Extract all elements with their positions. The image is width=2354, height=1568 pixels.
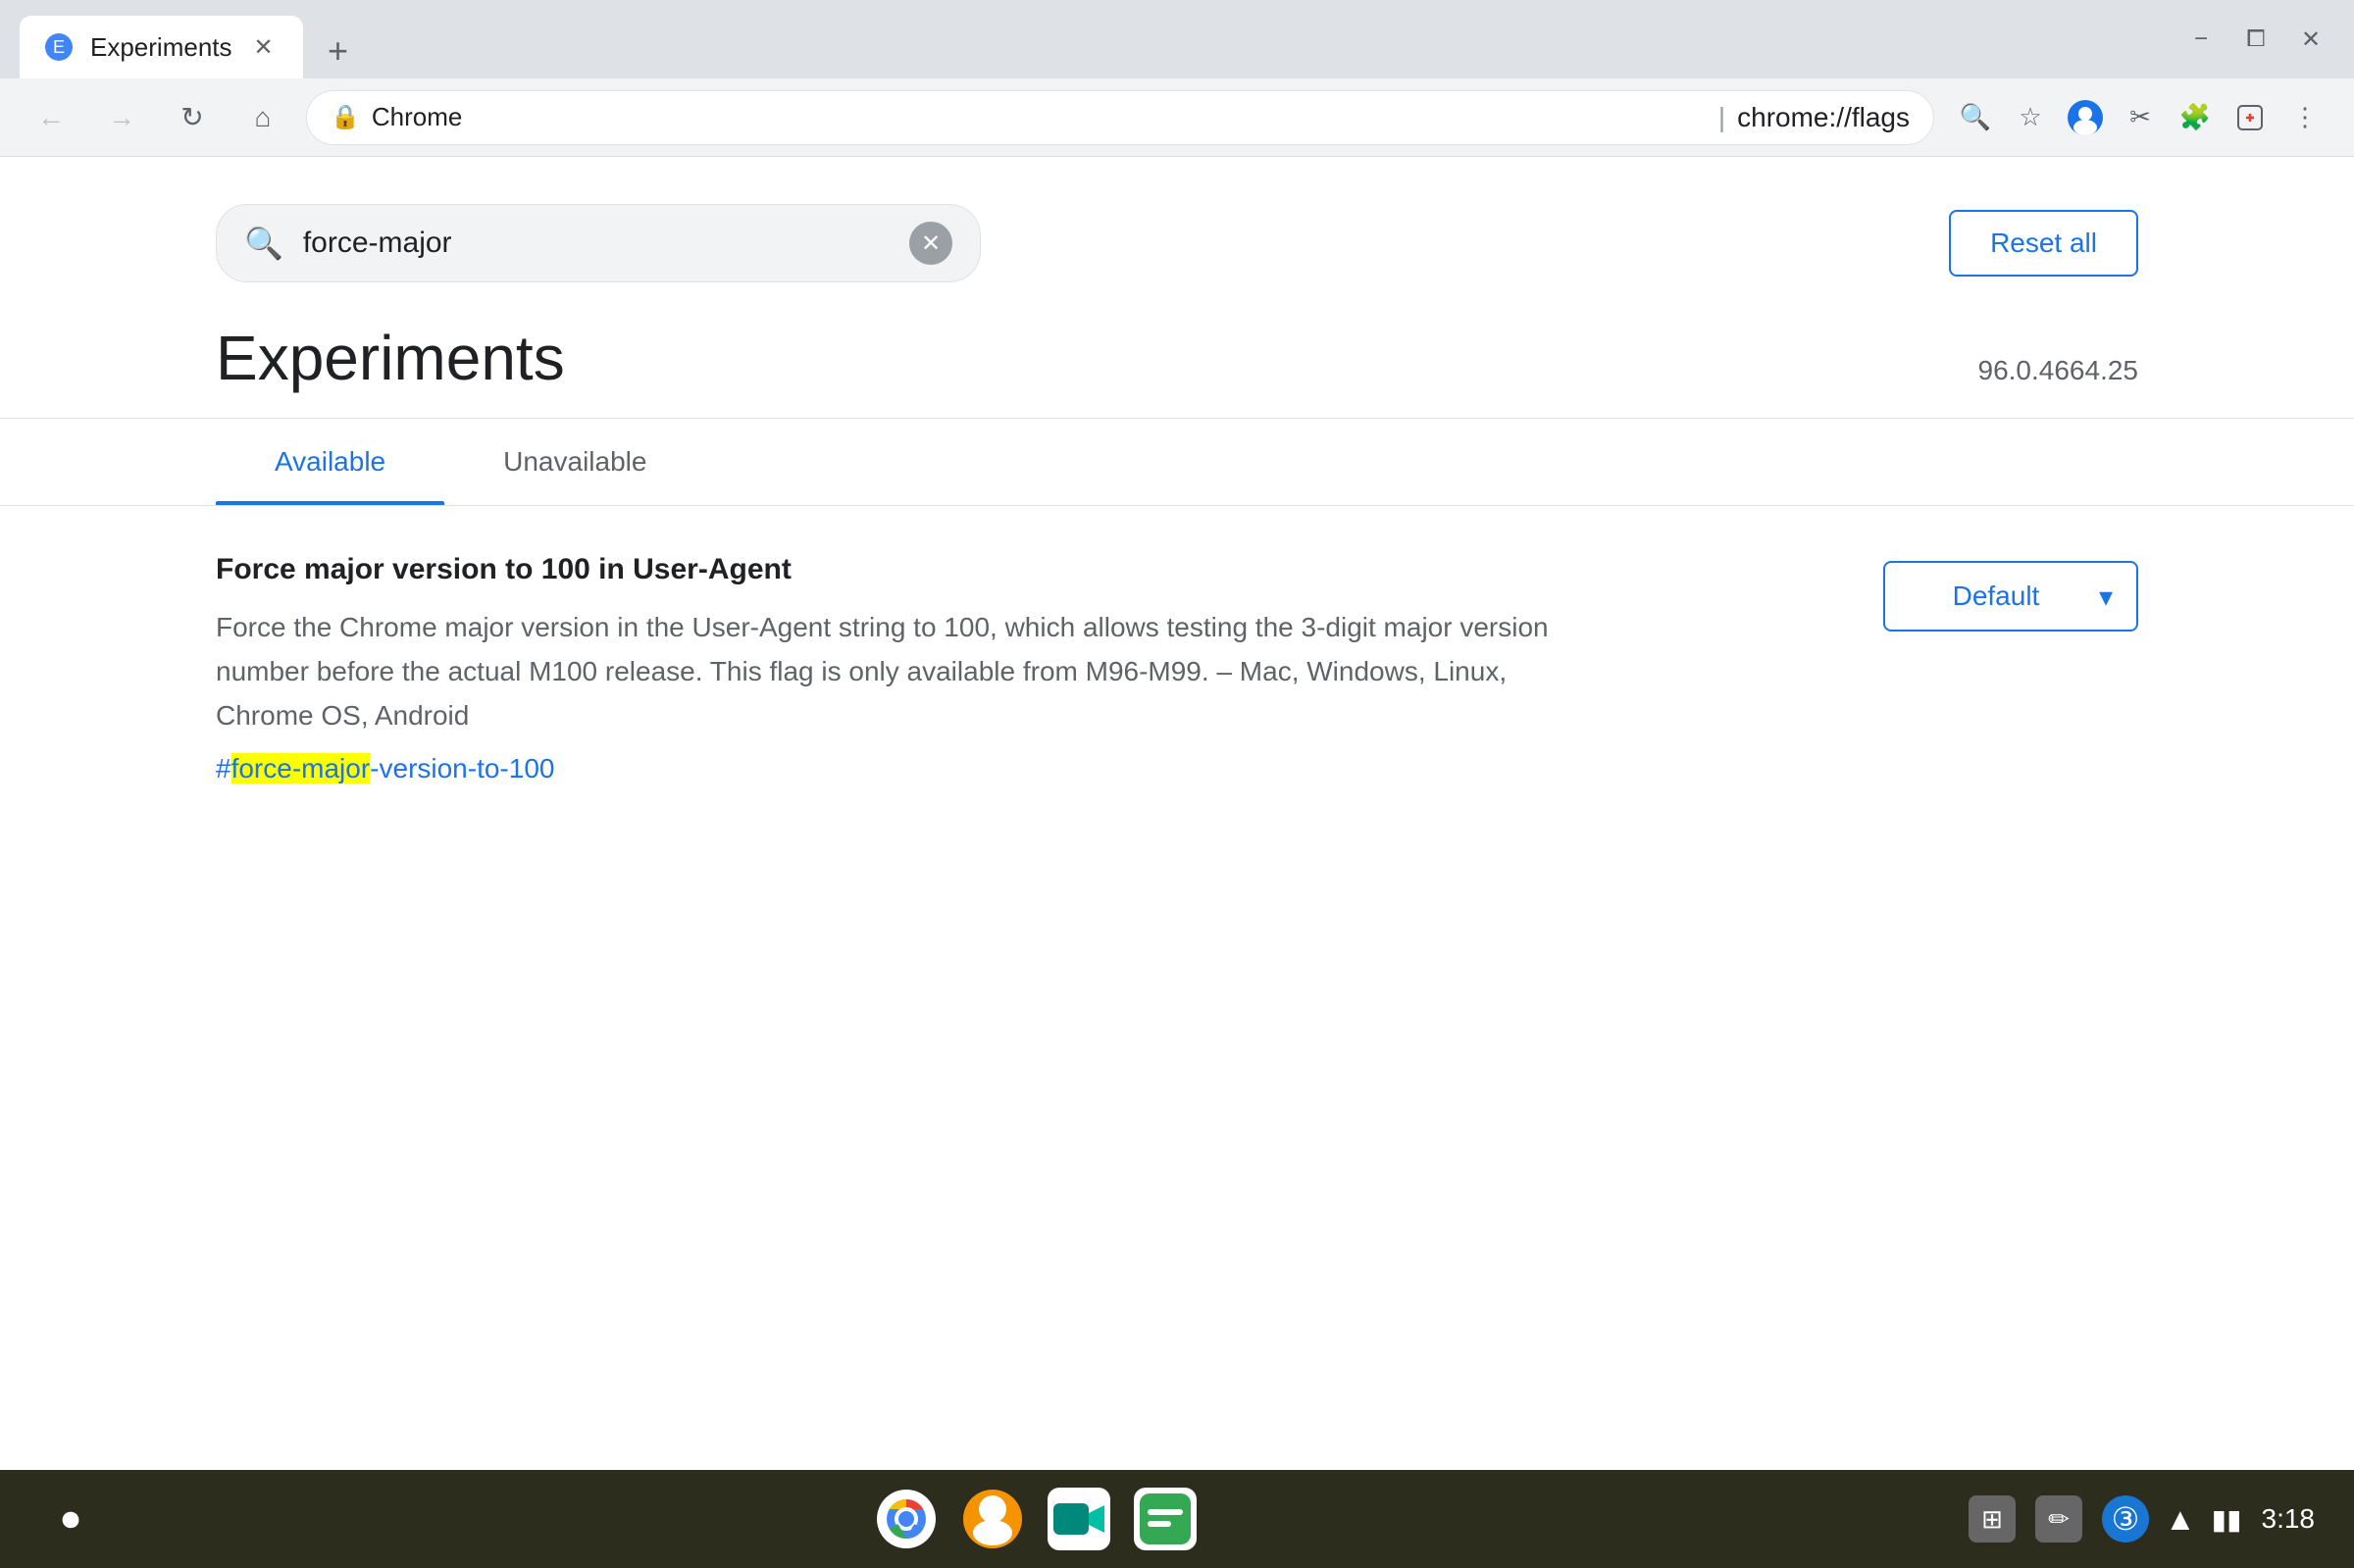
search-clear-button[interactable]: ✕ (909, 222, 952, 265)
active-tab[interactable]: E Experiments ✕ (20, 16, 303, 78)
wifi-icon: ▲ (2165, 1501, 2196, 1538)
browser-frame: E Experiments ✕ + − ⧠ ✕ ← → ↻ ⌂ 🔒 Chrome… (0, 0, 2354, 1568)
new-tab-button[interactable]: + (311, 24, 366, 78)
toolbar: ← → ↻ ⌂ 🔒 Chrome | chrome://flags 🔍 ☆ ✂ … (0, 78, 2354, 157)
svg-text:E: E (53, 37, 65, 57)
flag-dropdown[interactable]: Default ▾ (1883, 561, 2138, 632)
taskbar-system-icon-1[interactable]: ⊞ (1969, 1495, 2016, 1543)
taskbar-right: ⊞ ✏ ③ ▲ ▮▮ 3:18 (1969, 1495, 2315, 1543)
flag-link-hash: # (216, 753, 231, 784)
menu-button[interactable]: ⋮ (2279, 92, 2330, 143)
dropdown-arrow-icon: ▾ (2099, 581, 2113, 613)
title-bar: E Experiments ✕ + − ⧠ ✕ (0, 0, 2354, 78)
tab-title: Experiments (90, 32, 232, 63)
taskbar-center (122, 1488, 1949, 1550)
content-area: Force major version to 100 in User-Agent… (0, 506, 2354, 871)
address-site-name: Chrome (372, 102, 1707, 132)
taskbar: ⏺ (0, 1470, 2354, 1568)
profile-button[interactable] (2060, 92, 2111, 143)
window-controls: − ⧠ ✕ (2177, 16, 2334, 63)
tabs-container: Available Unavailable (0, 419, 2354, 506)
page-title: Experiments (216, 322, 565, 394)
tab-available[interactable]: Available (216, 419, 444, 505)
flag-description: Force the Chrome major version in the Us… (216, 606, 1589, 737)
flag-item: Force major version to 100 in User-Agent… (216, 553, 2138, 824)
address-bar[interactable]: 🔒 Chrome | chrome://flags (306, 90, 1934, 145)
search-icon: 🔍 (244, 225, 283, 262)
taskbar-meet-icon[interactable] (1048, 1488, 1110, 1550)
taskbar-clock: 3:18 (2262, 1503, 2316, 1535)
search-button[interactable]: 🔍 (1950, 92, 2001, 143)
battery-number-icon: ③ (2102, 1495, 2149, 1543)
extension-icon-btn[interactable] (2225, 92, 2276, 143)
address-url: chrome://flags (1737, 102, 1910, 133)
flag-link-suffix: -version-to-100 (370, 753, 554, 784)
flag-link-highlight: force-major (231, 753, 371, 784)
address-separator: | (1718, 102, 1725, 133)
home-button[interactable]: ⌂ (235, 90, 290, 145)
search-area: 🔍 ✕ Reset all (0, 157, 2354, 282)
flag-row: Force major version to 100 in User-Agent… (216, 553, 2138, 784)
flag-link[interactable]: #force-major-version-to-100 (216, 753, 1844, 784)
taskbar-record-icon[interactable]: ⏺ (39, 1488, 102, 1550)
taskbar-left: ⏺ (39, 1488, 102, 1550)
tab-unavailable[interactable]: Unavailable (444, 419, 705, 505)
taskbar-chat-icon[interactable] (1134, 1488, 1197, 1550)
back-button[interactable]: ← (24, 90, 78, 145)
close-button[interactable]: ✕ (2287, 16, 2334, 63)
toolbar-actions: 🔍 ☆ ✂ 🧩 ⋮ (1950, 92, 2330, 143)
security-icon: 🔒 (331, 103, 360, 131)
flag-text: Force major version to 100 in User-Agent… (216, 553, 1844, 784)
maximize-button[interactable]: ⧠ (2232, 16, 2279, 63)
taskbar-status-icons: ③ ▲ ▮▮ (2102, 1495, 2242, 1543)
bookmark-button[interactable]: ☆ (2005, 92, 2056, 143)
search-input[interactable] (303, 227, 890, 260)
search-box: 🔍 ✕ (216, 204, 981, 282)
reload-button[interactable]: ↻ (165, 90, 220, 145)
reset-all-button[interactable]: Reset all (1949, 210, 2138, 277)
minimize-button[interactable]: − (2177, 16, 2225, 63)
puzzle-icon-btn[interactable]: 🧩 (2170, 92, 2221, 143)
taskbar-chrome-icon[interactable] (875, 1488, 938, 1550)
flag-title: Force major version to 100 in User-Agent (216, 553, 1844, 586)
taskbar-system-icon-2[interactable]: ✏ (2035, 1495, 2082, 1543)
tab-strip: E Experiments ✕ + (20, 0, 2177, 78)
page-header: Experiments 96.0.4664.25 (0, 282, 2354, 394)
forward-button[interactable]: → (94, 90, 149, 145)
scissors-icon-btn[interactable]: ✂ (2115, 92, 2166, 143)
tab-favicon: E (43, 31, 75, 63)
page-content: 🔍 ✕ Reset all Experiments 96.0.4664.25 A… (0, 157, 2354, 1470)
battery-icon: ▮▮ (2212, 1503, 2242, 1536)
dropdown-label: Default (1909, 581, 2083, 612)
version-number: 96.0.4664.25 (1978, 355, 2139, 386)
tab-close-button[interactable]: ✕ (248, 31, 280, 63)
taskbar-orange-icon[interactable] (961, 1488, 1024, 1550)
